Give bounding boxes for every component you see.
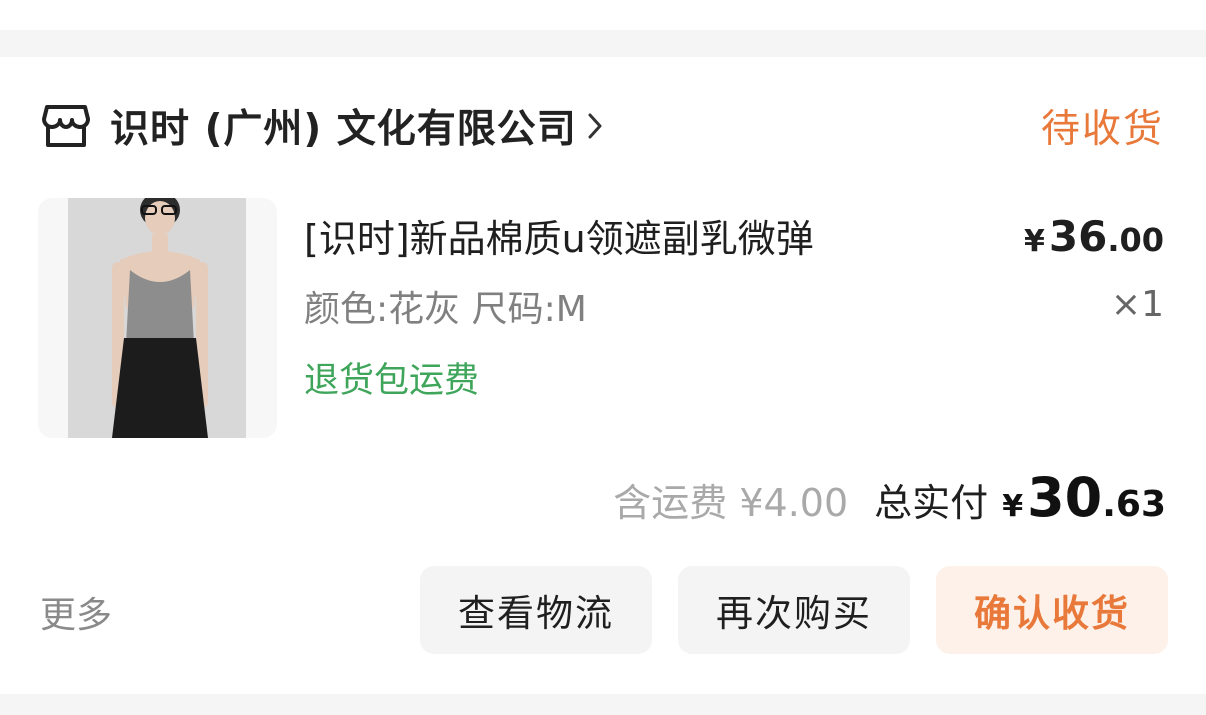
total-label: 总实付: [874, 481, 989, 525]
unit-price-decimal: .00: [1107, 221, 1164, 259]
unit-price-integer: 36: [1048, 212, 1108, 261]
bottom-separator: [0, 694, 1206, 715]
shipping-fee: 含运费 ¥4.00: [613, 481, 849, 525]
store-header[interactable]: 识时 (广州) 文化有限公司: [40, 98, 607, 154]
product-spec: 颜色:花灰 尺码:M: [304, 289, 587, 330]
return-shipping-tag: 退货包运费: [304, 361, 480, 401]
top-separator: [0, 0, 1206, 57]
store-name[interactable]: 识时 (广州) 文化有限公司: [110, 98, 577, 154]
buy-again-button[interactable]: 再次购买: [678, 566, 910, 654]
product-title[interactable]: [识时]新品棉质u领遮副乳微弹: [304, 208, 814, 263]
confirm-receipt-button[interactable]: 确认收货: [936, 566, 1168, 654]
total-price-integer: 30: [1027, 466, 1103, 529]
total-price-currency: ¥: [1002, 489, 1024, 524]
more-button[interactable]: 更多: [40, 586, 112, 638]
unit-price: ¥36.00: [1024, 212, 1164, 261]
total-price-decimal: .63: [1102, 484, 1166, 525]
order-status: 待收货: [1040, 107, 1164, 152]
quantity: ×1: [1110, 284, 1164, 325]
order-total-row: 含运费 ¥4.00 总实付 ¥30.63: [613, 466, 1166, 529]
unit-price-currency: ¥: [1023, 224, 1045, 259]
product-thumbnail[interactable]: [38, 198, 277, 438]
total-price: ¥30.63: [1002, 466, 1166, 529]
store-icon: [40, 100, 92, 152]
chevron-right-icon[interactable]: [587, 108, 607, 144]
view-logistics-button[interactable]: 查看物流: [420, 566, 652, 654]
product-image: [68, 198, 246, 438]
